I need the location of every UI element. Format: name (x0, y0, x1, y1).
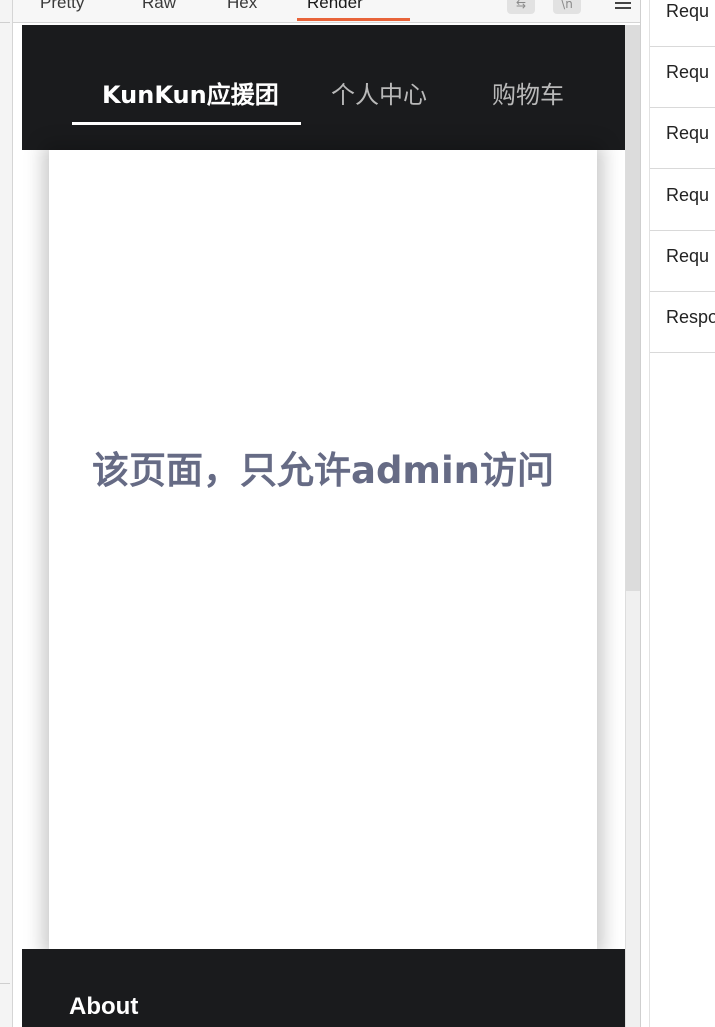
left-panel-divider (0, 22, 10, 23)
newline-icon[interactable]: \n (553, 0, 581, 14)
inspector-panel: Requ Requ Requ Requ Requ Respo (650, 0, 715, 1027)
scrollbar-thumb[interactable] (626, 25, 641, 591)
site-nav: KunKun应援团 个人中心 购物车 (22, 25, 625, 150)
inspector-row-label: Requ (666, 1, 710, 21)
content-card: 该页面，只允许admin访问 (49, 150, 597, 950)
render-frame: KunKun应援团 个人中心 购物车 该页面，只允许admin访问 About (22, 25, 625, 1027)
tab-hex[interactable]: Hex (227, 0, 257, 13)
inspector-row[interactable]: Requ (650, 169, 715, 231)
inspector-row[interactable]: Requ (650, 46, 715, 108)
panel-divider (640, 0, 641, 1027)
site-footer: About (22, 949, 625, 1027)
inspector-row[interactable]: Requ (650, 230, 715, 292)
tab-pretty[interactable]: Pretty (40, 0, 84, 13)
nav-item-cart[interactable]: 购物车 (492, 75, 564, 110)
inspector-row-label: Requ (666, 62, 710, 82)
inspector-row[interactable]: Respo (650, 291, 715, 353)
vertical-scrollbar[interactable] (625, 25, 641, 1027)
view-tab-bar: Pretty Raw Hex Render ⇆ \n (13, 0, 640, 23)
active-tab-indicator (297, 18, 410, 21)
hamburger-menu-icon[interactable] (615, 2, 631, 12)
inspector-row[interactable]: Requ (650, 107, 715, 169)
left-panel-divider (0, 983, 10, 984)
tab-render[interactable]: Render (307, 0, 363, 13)
nav-item-profile[interactable]: 个人中心 (331, 75, 427, 110)
tab-raw[interactable]: Raw (142, 0, 176, 13)
inspector-row[interactable]: Requ (650, 0, 715, 47)
inspector-row-label: Requ (666, 185, 710, 205)
wrap-lines-icon[interactable]: ⇆ (507, 0, 535, 14)
inspector-row-label: Requ (666, 123, 710, 143)
inspector-row-label: Respo (666, 307, 715, 327)
inspector-row-label: Requ (666, 246, 710, 266)
nav-item-kunkun[interactable]: KunKun应援团 (102, 75, 279, 110)
access-denied-message: 该页面，只允许admin访问 (91, 449, 555, 492)
nav-active-underline (72, 122, 301, 125)
footer-about-heading: About (69, 993, 139, 1020)
left-panel-strip (0, 0, 13, 1027)
